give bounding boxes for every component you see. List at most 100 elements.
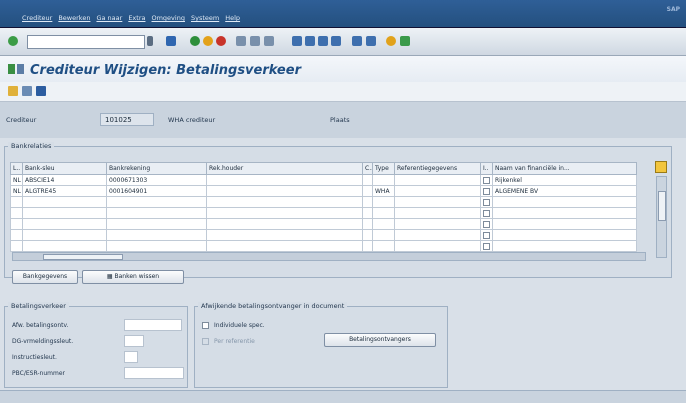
table-cell[interactable]	[394, 196, 481, 208]
table-cell[interactable]	[106, 229, 207, 241]
individuele-checkbox[interactable]	[202, 322, 209, 329]
new-session-icon[interactable]	[352, 36, 362, 46]
table-cell[interactable]	[480, 240, 493, 252]
cancel-icon[interactable]	[216, 36, 226, 46]
table-cell[interactable]	[394, 185, 481, 197]
table-cell[interactable]	[362, 207, 373, 219]
column-header[interactable]: Referentiegegevens	[394, 162, 481, 175]
table-cell[interactable]	[492, 207, 637, 219]
afw-betalingsontv-field[interactable]	[124, 319, 182, 331]
table-cell[interactable]	[394, 174, 481, 186]
table-row[interactable]: NL ABSCIE14 0000671303 Rijkenkel	[10, 174, 637, 186]
table-cell[interactable]	[480, 196, 493, 208]
next-page-icon[interactable]	[318, 36, 328, 46]
table-cell[interactable]	[492, 218, 637, 230]
table-cell[interactable]	[206, 207, 363, 219]
table-cell[interactable]	[362, 240, 373, 252]
dropdown-icon[interactable]	[147, 36, 153, 46]
table-row[interactable]	[10, 229, 637, 241]
betalingsontvangers-button[interactable]: Betalingsontvangers	[324, 333, 436, 347]
back-icon[interactable]	[190, 36, 200, 46]
table-cell[interactable]	[206, 240, 363, 252]
table-cell[interactable]	[106, 196, 207, 208]
table-cell[interactable]	[480, 218, 493, 230]
table-row[interactable]	[10, 218, 637, 230]
table-cell[interactable]	[480, 207, 493, 219]
table-cell[interactable]	[480, 185, 493, 197]
table-cell[interactable]	[206, 196, 363, 208]
table-cell[interactable]	[10, 207, 23, 219]
table-cell[interactable]	[22, 196, 107, 208]
table-cell[interactable]	[372, 174, 395, 186]
table-cell[interactable]	[206, 174, 363, 186]
save-icon[interactable]	[166, 36, 176, 46]
last-page-icon[interactable]	[331, 36, 341, 46]
table-cell[interactable]	[492, 229, 637, 241]
table-cell[interactable]	[22, 218, 107, 230]
table-row[interactable]: NL ALGTRE45 0001604901 WHA ALGEMENE BV	[10, 185, 637, 197]
table-cell[interactable]	[362, 218, 373, 230]
find-icon[interactable]	[250, 36, 260, 46]
table-cell[interactable]	[372, 207, 395, 219]
bankgegevens-button[interactable]: Bankgegevens	[12, 270, 78, 284]
table-cell[interactable]	[480, 174, 493, 186]
table-cell[interactable]	[106, 207, 207, 219]
table-row[interactable]	[10, 196, 637, 208]
row-checkbox[interactable]	[483, 220, 490, 228]
shortcut-icon[interactable]	[366, 36, 376, 46]
table-cell[interactable]	[206, 185, 363, 197]
table-cell[interactable]: ALGEMENE BV	[492, 185, 637, 197]
table-cell[interactable]	[394, 240, 481, 252]
banken-wissen-button[interactable]: ▦ Banken wissen	[82, 270, 184, 284]
menu-item[interactable]: Extra	[128, 14, 145, 22]
table-cell[interactable]	[206, 218, 363, 230]
table-cell[interactable]	[372, 240, 395, 252]
table-row[interactable]	[10, 207, 637, 219]
table-cell[interactable]: NL	[10, 174, 23, 186]
table-cell[interactable]	[372, 196, 395, 208]
row-checkbox[interactable]	[483, 242, 490, 250]
find-next-icon[interactable]	[264, 36, 274, 46]
layout-icon[interactable]	[400, 36, 410, 46]
menu-item[interactable]: Systeem	[191, 14, 219, 22]
table-cell[interactable]: WHA	[372, 185, 395, 197]
vertical-scrollbar[interactable]	[656, 176, 667, 258]
row-checkbox[interactable]	[483, 187, 490, 195]
row-checkbox[interactable]	[483, 176, 490, 184]
table-cell[interactable]: 0000671303	[106, 174, 207, 186]
help-icon[interactable]	[386, 36, 396, 46]
scroll-thumb[interactable]	[658, 191, 666, 221]
table-cell[interactable]	[492, 196, 637, 208]
table-row[interactable]	[10, 240, 637, 252]
column-header[interactable]: Naam van financiële in...	[492, 162, 637, 175]
horizontal-scrollbar[interactable]	[12, 252, 646, 261]
table-cell[interactable]	[362, 174, 373, 186]
table-cell[interactable]	[10, 229, 23, 241]
table-cell[interactable]	[10, 240, 23, 252]
table-cell[interactable]	[206, 229, 363, 241]
table-cell[interactable]	[492, 240, 637, 252]
table-cell[interactable]	[22, 229, 107, 241]
menu-item[interactable]: Help	[225, 14, 240, 22]
command-field[interactable]	[27, 35, 145, 49]
row-checkbox[interactable]	[483, 231, 490, 239]
first-page-icon[interactable]	[292, 36, 302, 46]
table-cell[interactable]: 0001604901	[106, 185, 207, 197]
row-checkbox[interactable]	[483, 198, 490, 206]
prev-page-icon[interactable]	[305, 36, 315, 46]
table-cell[interactable]	[480, 229, 493, 241]
menu-item[interactable]: Omgeving	[151, 14, 184, 22]
column-header[interactable]: Bankrekening	[106, 162, 207, 175]
info-icon[interactable]	[36, 86, 46, 96]
print-icon[interactable]	[236, 36, 246, 46]
dg-field[interactable]	[124, 335, 144, 347]
table-cell[interactable]: Rijkenkel	[492, 174, 637, 186]
table-cell[interactable]	[106, 240, 207, 252]
column-header[interactable]: Bank-sleu	[22, 162, 107, 175]
pbc-field[interactable]	[124, 367, 184, 379]
table-cell[interactable]: ALGTRE45	[22, 185, 107, 197]
column-header[interactable]: C..	[362, 162, 373, 175]
table-cell[interactable]	[394, 207, 481, 219]
per-referentie-checkbox[interactable]	[202, 338, 209, 345]
table-cell[interactable]	[362, 196, 373, 208]
